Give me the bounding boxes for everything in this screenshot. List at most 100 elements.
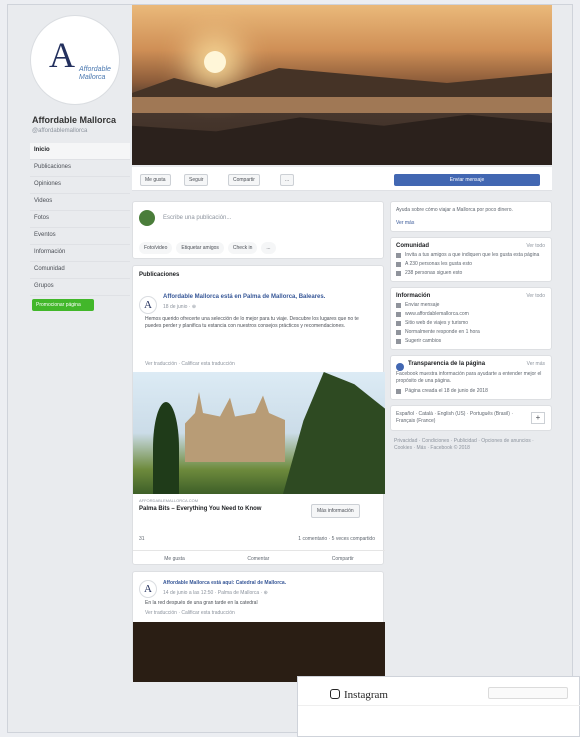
nav-item-inicio[interactable]: Inicio <box>30 143 130 160</box>
more-options-pill[interactable]: ... <box>261 242 276 254</box>
composer-avatar <box>139 210 155 226</box>
community-row: Invita a tus amigos a que indiquen que l… <box>396 252 546 258</box>
instagram-divider <box>298 705 580 706</box>
info-row: Enviar mensaje <box>396 302 546 308</box>
help-text: Ayuda sobre cómo viajar a Mallorca por p… <box>396 207 513 213</box>
post-author[interactable]: Affordable Mallorca está aquí: Catedral … <box>163 580 286 586</box>
nav-item-grupos[interactable]: Grupos <box>30 279 130 296</box>
page-sidebar: A Affordable Mallorca Affordable Mallorc… <box>8 5 132 732</box>
cathedral-shape <box>185 392 285 462</box>
comment-button[interactable]: Comentar <box>247 556 269 562</box>
logo-wordmark: Affordable Mallorca <box>79 66 111 81</box>
info-see-all[interactable]: Ver todo <box>526 293 545 299</box>
tag-friends-pill[interactable]: Etiquetar amigos <box>176 242 224 254</box>
follow-icon <box>396 271 401 276</box>
palm-tree <box>283 372 385 494</box>
send-message-button[interactable]: Enviar mensaje <box>394 174 540 186</box>
info-row: Sitio web de viajes y turismo <box>396 320 546 326</box>
comment-share-count[interactable]: 1 comentario · 5 veces compartido <box>298 536 375 542</box>
see-translation-link[interactable]: Ver traducción · Calificar esta traducci… <box>145 610 235 616</box>
right-column: Ayuda sobre cómo viajar a Mallorca por p… <box>390 201 552 454</box>
more-info-button[interactable]: Más información <box>311 504 360 518</box>
logo-letter: A <box>49 35 75 75</box>
like-icon <box>396 262 401 267</box>
instagram-search-input[interactable] <box>488 687 568 699</box>
post-photo[interactable] <box>133 622 385 682</box>
post-link-image[interactable] <box>133 372 385 494</box>
instagram-logo[interactable]: Instagram <box>344 689 388 701</box>
post-text: En la red después de una gran tarde en l… <box>145 600 258 606</box>
language-card: Español · Català · English (US) · Portug… <box>390 405 552 431</box>
nav-item-videos[interactable]: Videos <box>30 194 130 211</box>
cover-photo[interactable] <box>132 5 552 165</box>
clock-icon <box>396 330 401 335</box>
link-title[interactable]: Palma Bits – Everything You Need to Know <box>139 505 289 513</box>
language-list[interactable]: Español · Català · English (US) · Portug… <box>396 411 516 425</box>
nav-item-eventos[interactable]: Eventos <box>30 228 130 245</box>
instagram-overlay-window[interactable]: Instagram <box>297 676 580 737</box>
cover-bay <box>132 97 552 113</box>
check-in-pill[interactable]: Check in <box>227 242 258 254</box>
nav-item-informacion[interactable]: Información <box>30 245 130 262</box>
nav-item-publicaciones[interactable]: Publicaciones <box>30 160 130 177</box>
message-icon <box>396 303 401 308</box>
share-button[interactable]: Compartir <box>228 174 260 186</box>
transparency-title: Transparencia de la página <box>408 361 486 367</box>
page-nav: Inicio Publicaciones Opiniones Videos Fo… <box>30 143 130 296</box>
post-timestamp[interactable]: 18 de junio · ⊕ <box>163 304 196 310</box>
info-card: Información Ver todo Enviar mensaje www.… <box>390 287 552 350</box>
transparency-card: Transparencia de la página Ver más Faceb… <box>390 355 552 400</box>
nav-item-opiniones[interactable]: Opiniones <box>30 177 130 194</box>
globe-icon <box>396 312 401 317</box>
post-text: Hemos querido ofrecerte una selección de… <box>145 316 359 329</box>
link-domain: AFFORDABLEMALLORCA.COM <box>139 498 199 503</box>
more-button[interactable]: ... <box>280 174 295 186</box>
info-title: Información <box>396 293 431 299</box>
tag-icon <box>396 321 401 326</box>
calendar-icon <box>396 389 401 394</box>
main-feed: Escribe una publicación... Foto/video Et… <box>132 201 385 687</box>
flag-icon <box>396 363 404 371</box>
page-handle[interactable]: @affordablemallorca <box>32 128 87 134</box>
page-name[interactable]: Affordable Mallorca <box>32 115 132 125</box>
transparency-text: Facebook muestra información para ayudar… <box>396 371 542 384</box>
page-logo[interactable]: A Affordable Mallorca <box>30 15 120 105</box>
photo-video-pill[interactable]: Foto/video <box>139 242 173 254</box>
nav-item-fotos[interactable]: Fotos <box>30 211 130 228</box>
invite-icon <box>396 253 401 258</box>
footer-links[interactable]: Privacidad · Condiciones · Publicidad · … <box>390 436 552 454</box>
see-translation-link[interactable]: Ver traducción · Calificar esta traducci… <box>145 361 235 367</box>
info-row: www.affordablemallorca.com <box>396 311 546 317</box>
community-row: 238 personas siguen esto <box>396 270 546 276</box>
post-actions: Me gusta Comentar Compartir <box>133 550 385 562</box>
transparency-see-more[interactable]: Ver más <box>527 361 545 367</box>
add-language-button[interactable]: + <box>531 412 545 424</box>
promote-page-button[interactable]: Promocionar página <box>32 299 94 311</box>
community-see-all[interactable]: Ver todo <box>526 243 545 249</box>
post-timestamp[interactable]: 14 de junio a las 12:50 · Palma de Mallo… <box>163 590 268 596</box>
community-row: A 230 personas les gusta esto <box>396 261 546 267</box>
post-avatar[interactable]: A <box>139 580 157 598</box>
browser-frame: A Affordable Mallorca Affordable Mallorc… <box>7 4 573 733</box>
composer-options: Foto/video Etiquetar amigos Check in ... <box>139 242 276 254</box>
instagram-camera-icon[interactable] <box>330 689 340 699</box>
page-action-bar: Me gusta Seguir Compartir ... Enviar men… <box>132 167 552 191</box>
cypress-tree <box>153 402 179 494</box>
community-title: Comunidad <box>396 243 429 249</box>
transparency-row: Página creada el 18 de junio de 2018 <box>396 388 546 394</box>
composer-input[interactable]: Escribe una publicación... <box>163 215 231 221</box>
post-avatar[interactable]: A <box>139 296 157 314</box>
like-page-button[interactable]: Me gusta <box>140 174 171 186</box>
see-more-link[interactable]: Ver más <box>396 220 546 226</box>
cover-town <box>132 114 552 165</box>
like-button[interactable]: Me gusta <box>164 556 185 562</box>
follow-button[interactable]: Seguir <box>184 174 209 186</box>
help-card: Ayuda sobre cómo viajar a Mallorca por p… <box>390 201 552 232</box>
info-row: Normalmente responde en 1 hora <box>396 329 546 335</box>
nav-item-comunidad[interactable]: Comunidad <box>30 262 130 279</box>
info-row: Sugerir cambios <box>396 338 546 344</box>
post-author[interactable]: Affordable Mallorca está en Palma de Mal… <box>163 294 325 300</box>
reaction-count[interactable]: 31 <box>139 536 145 542</box>
share-post-button[interactable]: Compartir <box>332 556 354 562</box>
posts-header: Publicaciones <box>139 272 180 278</box>
